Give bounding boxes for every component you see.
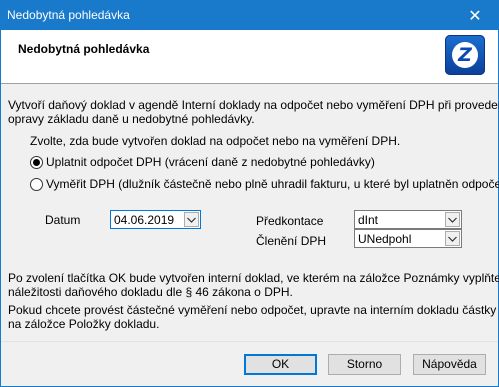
predkontace-dropdown-button[interactable]	[445, 212, 460, 227]
radio-button-odpocet[interactable]	[30, 156, 43, 169]
intro-text-line1: Vytvoří daňový doklad v agendě Interní d…	[8, 98, 499, 112]
header-panel: Nedobytná pohledávka Z	[1, 30, 498, 84]
radio-label-odpocet[interactable]: Uplatnit odpočet DPH (vrácení daně z ned…	[46, 155, 375, 169]
cleneni-dropdown-button[interactable]	[445, 231, 460, 246]
chevron-down-icon	[448, 217, 457, 223]
info-text-line2: náležitosti daňového dokladu dle § 46 zá…	[8, 285, 293, 299]
radio-button-vymereni[interactable]	[30, 178, 43, 191]
predkontace-label: Předkontace	[256, 214, 324, 228]
window-title: Nedobytná pohledávka	[7, 8, 130, 22]
cleneni-combo[interactable]: UNedpohl	[354, 229, 462, 248]
predkontace-combo[interactable]: dInt	[354, 210, 462, 229]
ok-button[interactable]: OK	[244, 354, 317, 375]
help-button[interactable]: Nápověda	[413, 354, 486, 375]
date-label: Datum	[45, 213, 81, 227]
intro-text-line2: opravy základu daně u nedobytné pohledáv…	[8, 112, 255, 126]
info-text-line3: Pokud chcete provést částečné vyměření n…	[8, 303, 497, 317]
radio-label-vymereni[interactable]: Vyměřit DPH (dlužník částečně nebo plně …	[46, 177, 499, 191]
choose-text: Zvolte, zda bude vytvořen doklad na odpo…	[30, 134, 401, 148]
dialog-window: Nedobytná pohledávka ✕ Nedobytná pohledá…	[0, 0, 499, 387]
predkontace-value[interactable]: dInt	[358, 213, 378, 227]
title-bar[interactable]: Nedobytná pohledávka ✕	[1, 1, 498, 30]
info-text-line4: na záložce Položky dokladu.	[8, 317, 160, 331]
date-dropdown-button[interactable]	[184, 212, 199, 227]
close-icon: ✕	[468, 7, 482, 25]
cancel-button[interactable]: Storno	[328, 354, 401, 375]
chevron-down-icon	[187, 217, 196, 223]
chevron-down-icon	[448, 236, 457, 242]
z-logo-icon: Z	[445, 35, 485, 75]
cleneni-value[interactable]: UNedpohl	[358, 232, 411, 246]
date-value[interactable]: 04.06.2019	[114, 213, 174, 227]
info-text-line1: Po zvolení tlačítka OK bude vytvořen int…	[8, 271, 499, 285]
close-button[interactable]: ✕	[452, 1, 498, 30]
date-picker[interactable]: 04.06.2019	[110, 210, 201, 229]
header-title: Nedobytná pohledávka	[18, 42, 150, 56]
cleneni-label: Členění DPH	[256, 234, 327, 248]
footer-separator	[1, 341, 498, 342]
